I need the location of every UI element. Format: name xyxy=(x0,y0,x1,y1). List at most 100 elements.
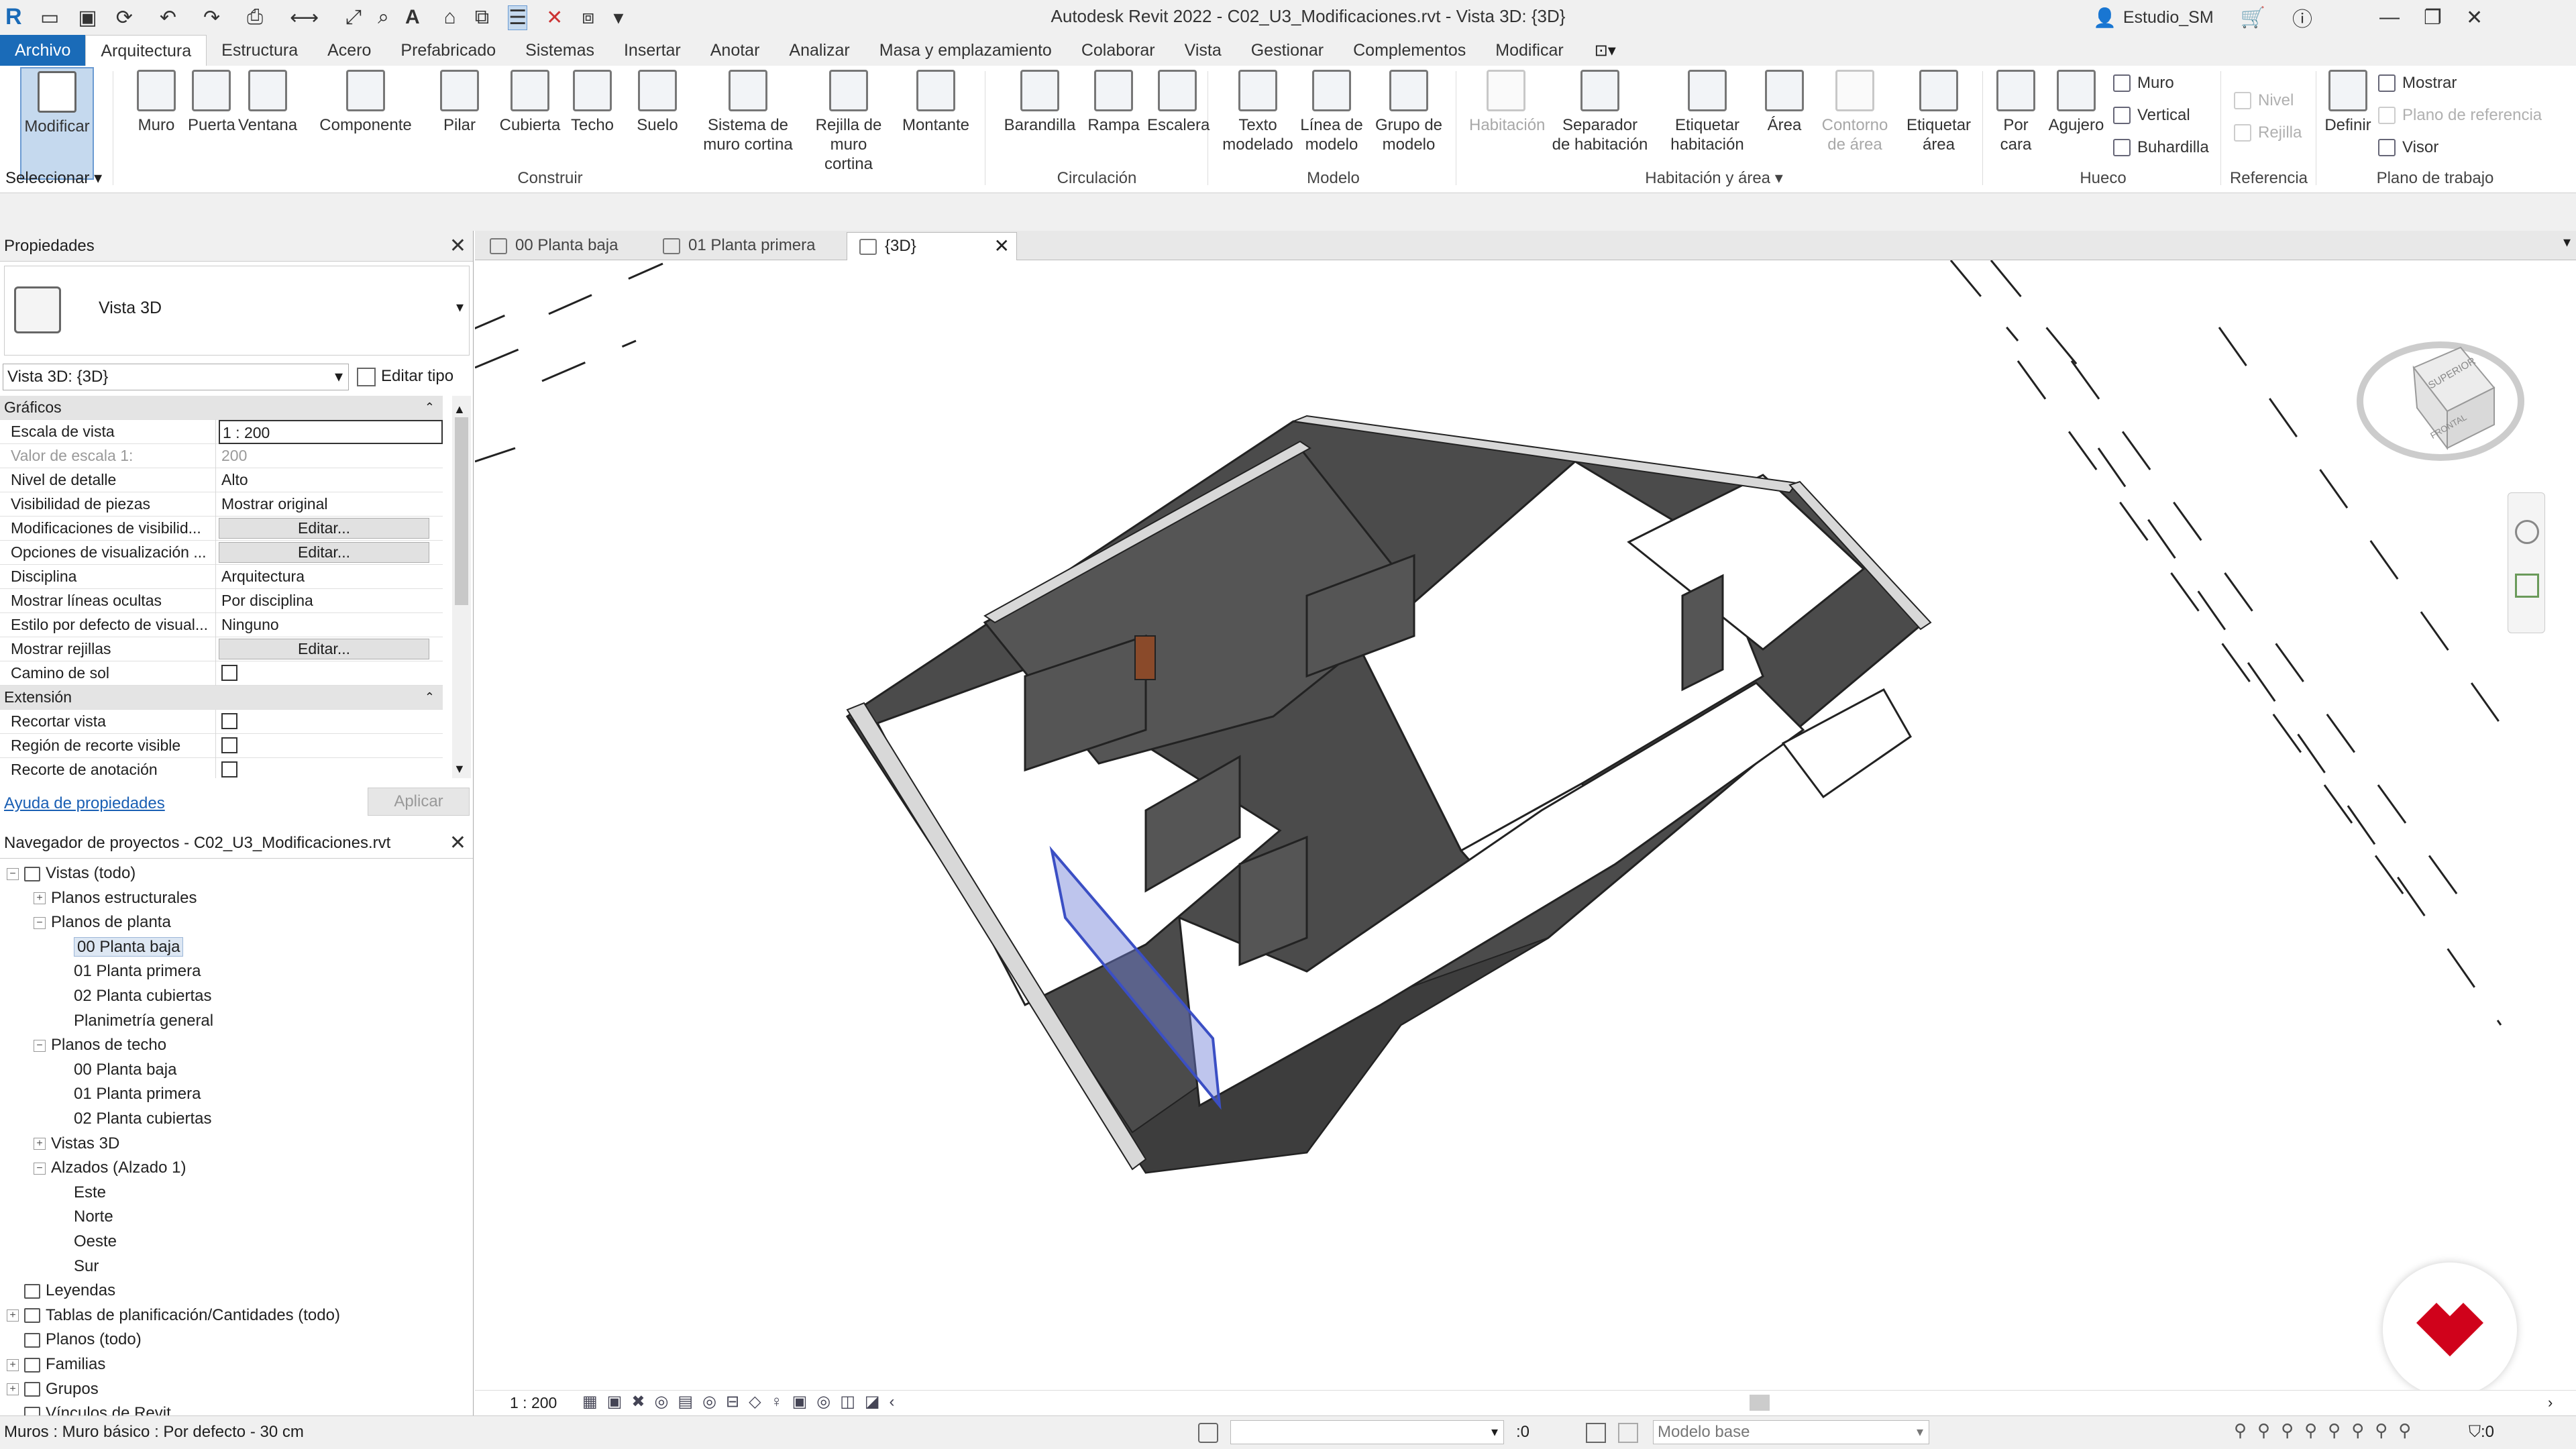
menu-tab-prefabricado[interactable]: Prefabricado xyxy=(386,35,511,66)
agujero-button[interactable]: Agujero xyxy=(2046,70,2106,135)
etiquetar-area-button[interactable]: Etiquetar área xyxy=(1898,70,1979,154)
plano-de-referencia-small-button[interactable]: Plano de referencia xyxy=(2378,106,2542,125)
edit-button[interactable]: Editar... xyxy=(219,542,429,563)
rampa-button[interactable]: Rampa xyxy=(1087,70,1140,135)
menu-tab-gestionar[interactable]: Gestionar xyxy=(1236,35,1338,66)
property-value[interactable]: Arquitectura xyxy=(219,565,443,589)
scroll-right-icon[interactable]: › xyxy=(2548,1391,2553,1415)
undo-icon[interactable]: ↶ xyxy=(160,6,176,30)
menu-tab-masa-y-emplazamiento[interactable]: Masa y emplazamiento xyxy=(865,35,1067,66)
aligned-dimension-icon[interactable]: ⤢ xyxy=(345,6,362,29)
browser-node-norte[interactable]: Norte xyxy=(74,1205,113,1229)
muro-button[interactable]: Muro xyxy=(126,70,186,135)
puerta-button[interactable]: Puerta xyxy=(188,70,235,135)
cubierta-button[interactable]: Cubierta xyxy=(496,70,564,135)
contextual-tab-icon[interactable]: ⊡▾ xyxy=(1578,41,1632,60)
design-option-dropdown[interactable]: Modelo base ▾ xyxy=(1653,1420,1929,1444)
user-icon[interactable]: 👤 xyxy=(2093,7,2116,29)
properties-scrollbar[interactable]: ▲ ▼ xyxy=(452,396,471,778)
property-value[interactable]: 1 : 200 xyxy=(219,420,443,444)
viewcube[interactable]: SUPERIOR FRONTAL xyxy=(2353,327,2528,475)
suelo-button[interactable]: Suelo xyxy=(631,70,684,135)
checkbox[interactable] xyxy=(221,761,237,778)
help-icon[interactable]: ⓘ xyxy=(2292,3,2312,32)
grupo-de-modelo-button[interactable]: Grupo de modelo xyxy=(1368,70,1449,154)
editing-requests[interactable]: :0 xyxy=(1516,1416,1529,1448)
browser-node-vistas-3d[interactable]: + Vistas 3D xyxy=(34,1132,119,1156)
selection-toggles-icons[interactable]: ⚲⚲⚲⚲⚲⚲⚲⚲ xyxy=(2234,1420,2422,1441)
browser-node-01-planta-primera[interactable]: 01 Planta primera xyxy=(74,959,201,983)
property-value[interactable]: 200 xyxy=(219,444,443,468)
browser-node-02-planta-cubiertas[interactable]: 02 Planta cubiertas xyxy=(74,1107,211,1131)
escalera-button[interactable]: Escalera xyxy=(1147,70,1210,135)
tab-3d[interactable]: {3D} ✕ xyxy=(847,232,1017,260)
browser-node-oeste[interactable]: Oeste xyxy=(74,1230,117,1254)
checkbox[interactable] xyxy=(221,713,237,730)
habitacion-button[interactable]: Habitación xyxy=(1469,70,1545,135)
browser-node-planimetria-general[interactable]: Planimetría general xyxy=(74,1009,213,1033)
etiquetar-habitacion-button[interactable]: Etiquetar habitación xyxy=(1664,70,1751,154)
rejilla-small-button[interactable]: Rejilla xyxy=(2234,123,2302,142)
sync-icon[interactable]: ⟳ xyxy=(116,6,133,30)
design-options-icon[interactable] xyxy=(1586,1423,1606,1443)
browser-node-01-planta-primera[interactable]: 01 Planta primera xyxy=(74,1082,201,1106)
model-3d[interactable] xyxy=(475,260,2576,1390)
browser-node-alzados-alzado-1[interactable]: − Alzados (Alzado 1) xyxy=(34,1156,186,1180)
close-icon[interactable]: ✕ xyxy=(449,231,466,262)
apply-button[interactable]: Aplicar xyxy=(368,788,470,816)
minimize-icon[interactable]: — xyxy=(2379,6,2400,29)
property-group-extension[interactable]: Extensión ⌃ xyxy=(0,686,443,710)
panel-habitacion[interactable]: Habitación y área ▾ xyxy=(1456,166,1972,191)
property-group-graficos[interactable]: Gráficos ⌃ xyxy=(0,396,443,420)
menu-tab-complementos[interactable]: Complementos xyxy=(1338,35,1481,66)
steering-wheel-icon[interactable] xyxy=(2515,520,2539,544)
linea-de-modelo-button[interactable]: Línea de modelo xyxy=(1295,70,1368,154)
view-controls-icons[interactable]: ▦▣✖◎▤◎⊟◇♀▣◎◫◪‹ xyxy=(582,1392,904,1411)
collapse-icon[interactable]: ⌃ xyxy=(425,396,435,419)
browser-node-planos-de-planta[interactable]: − Planos de planta xyxy=(34,910,171,934)
menu-tab-archivo[interactable]: Archivo xyxy=(0,35,86,66)
browser-node-vistas-todo[interactable]: − Vistas (todo) xyxy=(7,861,136,885)
property-value[interactable]: Ninguno xyxy=(219,613,443,637)
contorno-de-area-button[interactable]: Contorno de área xyxy=(1818,70,1892,154)
instance-dropdown[interactable]: Vista 3D: {3D} ▾ xyxy=(3,364,349,390)
sections-icon[interactable]: ⧉ xyxy=(475,6,489,29)
close-hidden-icon[interactable]: ✕ xyxy=(546,6,563,30)
scroll-thumb[interactable] xyxy=(455,417,468,605)
select-dropdown[interactable]: Seleccionar ▾ xyxy=(5,166,102,191)
checkbox[interactable] xyxy=(221,737,237,754)
componente-button[interactable]: Componente xyxy=(315,70,416,135)
save-icon[interactable]: ▣ xyxy=(78,6,97,30)
edit-type-button[interactable]: Editar tipo xyxy=(357,364,453,390)
techo-button[interactable]: Techo xyxy=(569,70,616,135)
tab-00-planta-baja[interactable]: 00 Planta baja xyxy=(478,232,649,260)
browser-node-planos-estructurales[interactable]: + Planos estructurales xyxy=(34,886,197,910)
vertical-small-button[interactable]: Vertical xyxy=(2113,106,2190,125)
tag-icon[interactable]: ⌕ xyxy=(378,6,389,29)
muro-small-button[interactable]: Muro xyxy=(2113,74,2174,93)
workset-icon[interactable] xyxy=(1198,1423,1218,1443)
view-scale[interactable]: 1 : 200 xyxy=(510,1391,557,1415)
browser-node-sur[interactable]: Sur xyxy=(74,1254,99,1279)
menu-tab-vista[interactable]: Vista xyxy=(1170,35,1236,66)
menu-tab-sistemas[interactable]: Sistemas xyxy=(511,35,609,66)
montante-button[interactable]: Montante xyxy=(899,70,973,135)
edit-button[interactable]: Editar... xyxy=(219,639,429,659)
expand-icon[interactable]: + xyxy=(34,1138,46,1150)
text-icon[interactable]: A xyxy=(405,6,420,29)
thin-lines-icon[interactable]: ☰ xyxy=(508,5,528,30)
menu-tab-insertar[interactable]: Insertar xyxy=(609,35,696,66)
cart-icon[interactable]: 🛒 xyxy=(2241,6,2265,30)
menu-tab-arquitectura[interactable]: Arquitectura xyxy=(85,35,207,66)
area-button[interactable]: Área xyxy=(1758,70,1811,135)
expand-icon[interactable]: + xyxy=(7,1358,19,1371)
3d-view-canvas[interactable]: SUPERIOR FRONTAL xyxy=(475,260,2576,1390)
close-window-icon[interactable]: ✕ xyxy=(2466,6,2483,30)
menu-tab-estructura[interactable]: Estructura xyxy=(207,35,313,66)
browser-node-00-planta-baja[interactable]: 00 Planta baja xyxy=(74,935,184,959)
tab-list-icon[interactable]: ▾ xyxy=(2563,233,2571,251)
tab-01-planta-primera[interactable]: 01 Planta primera xyxy=(651,232,845,260)
print-icon[interactable]: ⎙ xyxy=(247,6,263,29)
collapse-icon[interactable]: − xyxy=(34,916,46,929)
expand-icon[interactable]: + xyxy=(7,1309,19,1322)
